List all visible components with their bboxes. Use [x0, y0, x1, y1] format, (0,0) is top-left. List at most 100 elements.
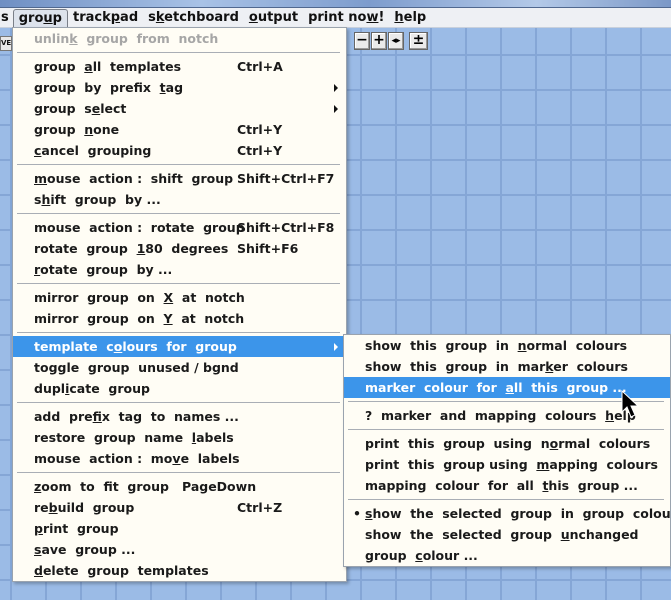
- menu-item-label: show the selected group: [365, 527, 561, 542]
- menu-label-part: s: [148, 10, 156, 25]
- colours-item-group-colour[interactable]: group colour ...: [344, 545, 670, 566]
- toolbar-left-button[interactable]: VE: [0, 36, 12, 51]
- menu-item-label: marker colour for: [365, 380, 506, 395]
- group-menu-item-print-group[interactable]: print group: [13, 518, 346, 539]
- menu-item-label: ancel grouping: [41, 143, 152, 158]
- colours-item-mapping-colour-for-all-this-group[interactable]: mapping colour for all this group ...: [344, 475, 670, 496]
- colours-item-print-this-group-using-normal-colours[interactable]: print this group using normal colours: [344, 433, 670, 454]
- menu-print-now[interactable]: print now!: [303, 9, 389, 26]
- menu-item-label: how the selected group in group colour: [372, 506, 671, 521]
- fit-width-button[interactable]: ◂▸: [388, 32, 404, 50]
- group-menu-item-mirror-group-on-y-at-notch[interactable]: mirror group on Y at notch: [13, 308, 346, 329]
- menu-label-part: print no: [308, 10, 367, 25]
- group-menu-item-group-none[interactable]: group none Ctrl+Y: [13, 119, 346, 140]
- menu-separator: [17, 332, 340, 333]
- menu-bar: s group trackpad sketchboard output print now…: [0, 8, 671, 28]
- menu-label-part: p: [110, 10, 121, 25]
- menu-item-label: ? marker and mapping colours: [365, 408, 606, 423]
- menu-label-part: track: [72, 10, 111, 25]
- arrow-pointer-icon: [621, 390, 640, 418]
- group-menu-item-cancel-grouping[interactable]: cancel grouping Ctrl+Y: [13, 140, 346, 161]
- group-menu-item-mouse-action-rotate-group[interactable]: mouse action : rotate group Shift+Ctrl+F8: [13, 217, 346, 238]
- menu-item-label: oom to fit group PageDown: [41, 479, 257, 494]
- menu-group[interactable]: group: [12, 9, 68, 28]
- menu-label-part: ad: [120, 10, 139, 25]
- menu-item-label: add pre: [34, 409, 93, 424]
- menu-item-label: b: [48, 500, 58, 515]
- colours-item-print-this-group-using-mapping-colours[interactable]: print this group using mapping colours: [344, 454, 670, 475]
- menu-sketchboard[interactable]: sketchboard: [143, 9, 244, 26]
- group-menu-item-template-colours-for-group[interactable]: template colours for group: [13, 336, 346, 357]
- menu-trackpad[interactable]: trackpad: [68, 9, 143, 26]
- menu-item-label: m: [34, 171, 48, 186]
- check-bullet-icon: •: [353, 506, 361, 521]
- menu-item-label: d: [34, 563, 43, 578]
- submenu-arrow-icon: [334, 84, 338, 92]
- group-menu-item-shift-group-by[interactable]: shift group by ...: [13, 189, 346, 210]
- menu-item-label: group from notch: [77, 31, 219, 46]
- menu-item-label: restore group name: [34, 430, 192, 445]
- colours-item-show-this-group-in-marker-colours[interactable]: show this group in marker colours: [344, 356, 670, 377]
- submenu-arrow-icon: [334, 105, 338, 113]
- group-menu-item-rebuild-group[interactable]: rebuild group Ctrl+Z: [13, 497, 346, 518]
- menu-item-label: n: [517, 338, 527, 353]
- shortcut-label: Ctrl+Y: [237, 143, 283, 158]
- menu-item-label: ag: [165, 80, 184, 95]
- menu-label-part: p: [52, 11, 62, 26]
- menu-item-label: ix tag to names ...: [101, 409, 239, 424]
- group-menu-item-group-by-prefix-tag[interactable]: group by prefix tag: [13, 77, 346, 98]
- menu-item-label: o: [549, 436, 559, 451]
- group-menu-item-rotate-group-180-degrees[interactable]: rotate group 180 degrees Shift+F6: [13, 238, 346, 259]
- menu-item-label: abels: [196, 430, 234, 445]
- zoom-in-button[interactable]: +: [371, 32, 387, 50]
- menu-item-label: 80 degrees: [145, 241, 229, 256]
- menu-item-label: elete group templates: [42, 563, 209, 578]
- window-title-bar: [0, 0, 671, 8]
- group-menu-item-group-all-templates[interactable]: group all templates Ctrl+A: [13, 56, 346, 77]
- menu-item-label: olour ...: [422, 548, 478, 563]
- menu-item-label: one: [93, 122, 120, 137]
- colours-item-show-the-selected-group-in-group-colour[interactable]: • show the selected group in group colour: [344, 503, 671, 524]
- menu-item-label: rint group: [42, 521, 119, 536]
- menu-separator: [348, 401, 664, 402]
- menu-separator: [17, 402, 340, 403]
- group-menu-item-group-select[interactable]: group select: [13, 98, 346, 119]
- colours-item-show-the-selected-group-unchanged[interactable]: show the selected group unchanged: [344, 524, 670, 545]
- menu-item-label: e labels: [180, 451, 240, 466]
- group-menu-item-toggle-group-unused-bgnd[interactable]: toggle group unused / bgnd: [13, 357, 346, 378]
- menu-help[interactable]: help: [389, 9, 431, 26]
- menu-item-label: v: [172, 451, 181, 466]
- menu-separator: [17, 164, 340, 165]
- colours-item-show-this-group-in-normal-colours[interactable]: show this group in normal colours: [344, 335, 670, 356]
- group-menu-item-unlink-group-from-notch[interactable]: unlink group from notch: [13, 28, 346, 49]
- menu-label-part: utput: [257, 10, 299, 25]
- shortcut-label: Shift+Ctrl+F8: [237, 220, 335, 235]
- plus-minus-button[interactable]: ±: [409, 32, 428, 50]
- menu-item-label: m: [536, 457, 550, 472]
- menu-item-label: print this group using n: [365, 436, 550, 451]
- menu-item-label: rmal colours: [558, 436, 651, 451]
- group-menu-item-rotate-group-by[interactable]: rotate group by ...: [13, 259, 346, 280]
- group-menu-item-mouse-action-shift-group[interactable]: mouse action : shift group Shift+Ctrl+F7: [13, 168, 346, 189]
- menu-label-part: w: [366, 10, 379, 25]
- menu-item-label: a: [84, 59, 93, 74]
- group-menu-item-restore-group-name-labels[interactable]: restore group name labels: [13, 427, 346, 448]
- menu-s[interactable]: s: [0, 9, 13, 26]
- menu-item-label: print this group using: [365, 457, 537, 472]
- menu-label-part: k: [155, 10, 165, 25]
- group-menu-item-duplicate-group[interactable]: duplicate group: [13, 378, 346, 399]
- group-menu-item-add-prefix-tag-to-names[interactable]: add prefix tag to names ...: [13, 406, 346, 427]
- menu-item-label: group: [34, 59, 85, 74]
- menu-item-label: c: [415, 548, 423, 563]
- menu-output[interactable]: output: [244, 9, 303, 26]
- menu-item-label: f: [92, 409, 102, 424]
- group-menu-item-save-group[interactable]: save group ...: [13, 539, 346, 560]
- group-menu-item-zoom-to-fit-group-pagedown[interactable]: zoom to fit group PageDown: [13, 476, 346, 497]
- menu-item-label: X: [163, 290, 174, 305]
- group-menu-item-mirror-group-on-x-at-notch[interactable]: mirror group on X at notch: [13, 287, 346, 308]
- group-menu-item-mouse-action-move-labels[interactable]: mouse action : move labels: [13, 448, 346, 469]
- zoom-out-button[interactable]: −: [354, 32, 370, 50]
- menu-item-label: otate group by ...: [40, 262, 173, 277]
- template-colours-submenu: show this group in normal colours show th…: [343, 334, 671, 567]
- group-menu-item-delete-group-templates[interactable]: delete group templates: [13, 560, 346, 581]
